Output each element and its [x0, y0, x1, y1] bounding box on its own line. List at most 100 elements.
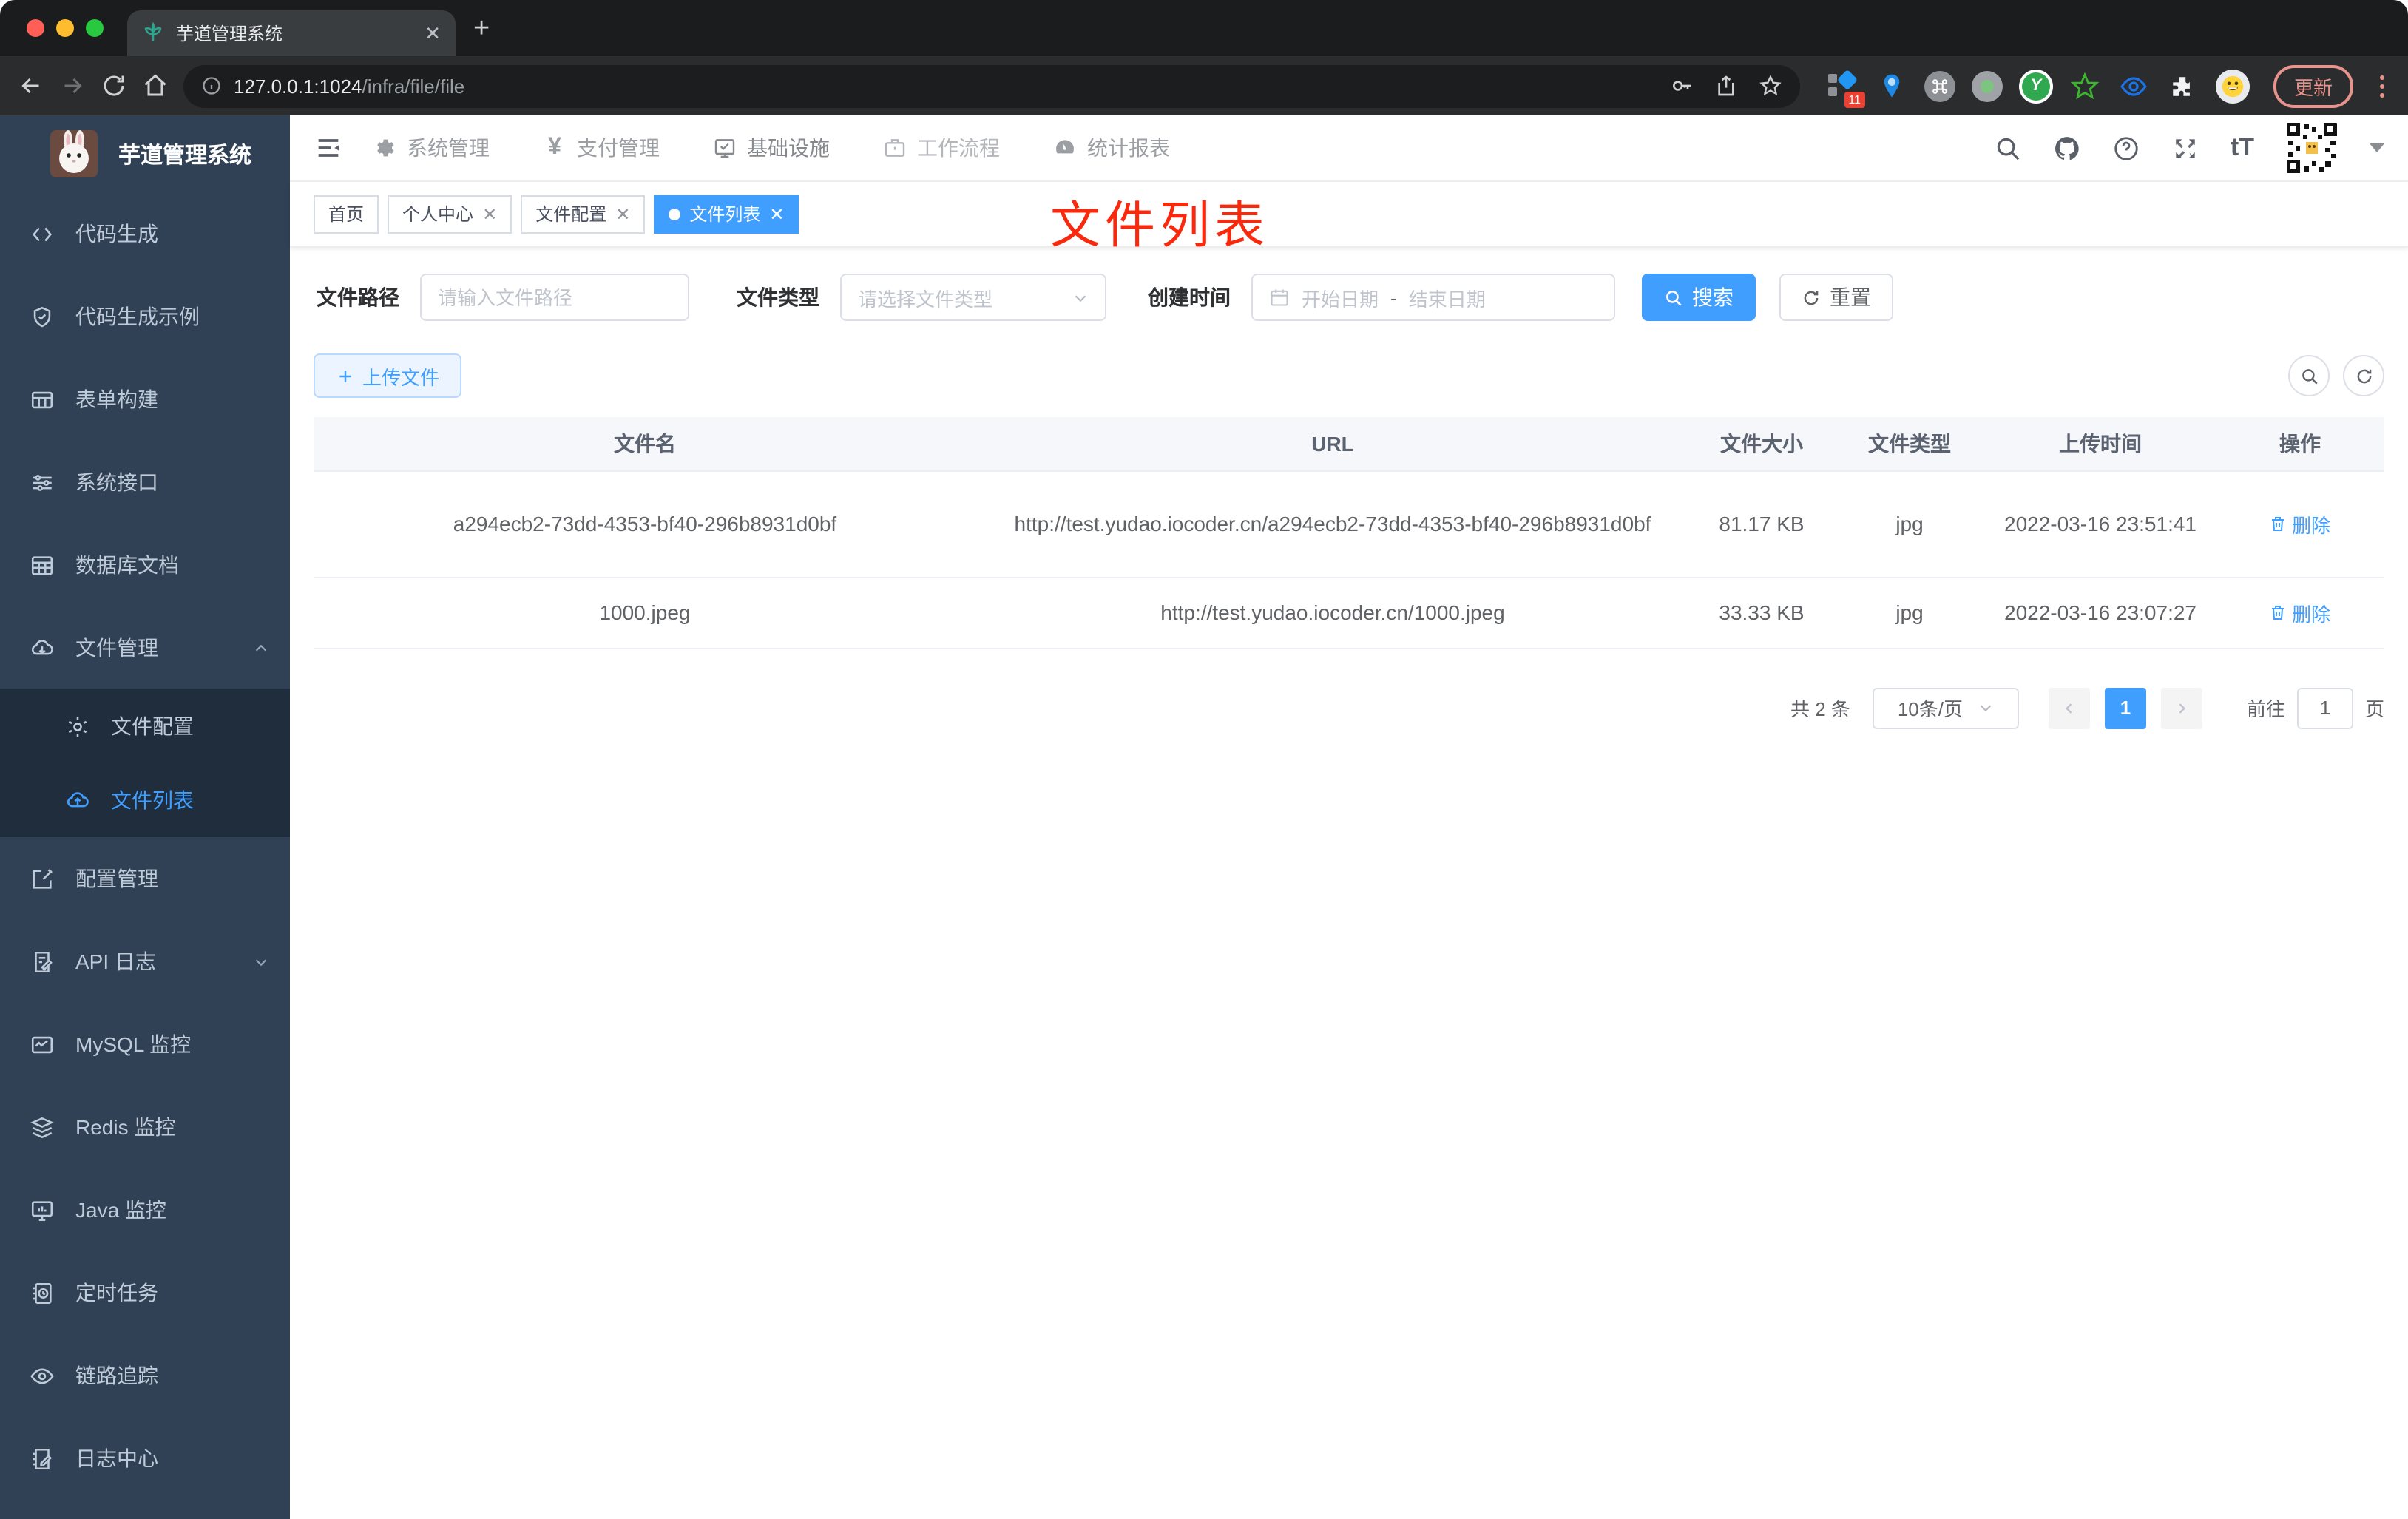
extension-puzzle-icon[interactable]: [2167, 70, 2199, 102]
sidebar-item-form-builder[interactable]: 表单构建: [0, 358, 290, 441]
goto-label: 前往: [2246, 698, 2285, 720]
sidebar-item-log-center[interactable]: 日志中心: [0, 1417, 290, 1500]
cell-type: jpg: [1834, 470, 1985, 578]
tag-file-config[interactable]: 文件配置 ✕: [521, 194, 646, 233]
tag-close-icon[interactable]: ✕: [615, 203, 630, 224]
delete-link[interactable]: 删除: [2270, 598, 2330, 626]
forward-icon[interactable]: [59, 72, 86, 99]
url-bar[interactable]: 127.0.0.1:1024/infra/file/file: [183, 64, 1800, 107]
sidebar-item-system-api[interactable]: 系统接口: [0, 441, 290, 524]
start-date-placeholder[interactable]: 开始日期: [1302, 283, 1379, 311]
browser-update-button[interactable]: 更新: [2273, 64, 2353, 107]
fullscreen-icon[interactable]: [2171, 134, 2199, 162]
search-button[interactable]: 搜索: [1642, 274, 1756, 321]
new-tab-button[interactable]: +: [473, 13, 490, 46]
end-date-placeholder[interactable]: 结束日期: [1409, 283, 1486, 311]
current-page-button[interactable]: 1: [2104, 687, 2146, 728]
bookmark-star-icon[interactable]: [1759, 74, 1782, 98]
zoom-window-button[interactable]: [86, 19, 104, 37]
collapse-sidebar-icon[interactable]: [314, 133, 343, 163]
nav-payment-management[interactable]: ¥ 支付管理: [543, 133, 660, 163]
text-size-icon[interactable]: tT: [2231, 133, 2254, 163]
sidebar-item-redis-monitor[interactable]: Redis 监控: [0, 1086, 290, 1168]
sidebar-item-db-doc[interactable]: 数据库文档: [0, 524, 290, 606]
toggle-search-button[interactable]: [2288, 355, 2330, 396]
extension-emoji-icon[interactable]: [2215, 69, 2250, 103]
extension-pin-icon[interactable]: [1876, 70, 1908, 102]
file-path-input[interactable]: [438, 286, 672, 308]
avatar-qr[interactable]: [2285, 121, 2338, 175]
nav-statistics[interactable]: 统计报表: [1053, 133, 1170, 163]
next-page-button[interactable]: [2160, 687, 2202, 728]
extension-eye-icon[interactable]: [2118, 70, 2151, 102]
log-edit-icon: [33, 1447, 53, 1469]
back-icon[interactable]: [18, 72, 44, 99]
browser-menu-icon[interactable]: [2380, 75, 2384, 97]
page-size-select[interactable]: 10条/页: [1872, 687, 2019, 728]
col-upload-time: 上传时间: [1985, 417, 2216, 471]
sidebar-item-scheduled-tasks[interactable]: 定时任务: [0, 1251, 290, 1334]
extension-y-icon[interactable]: Y: [2018, 69, 2053, 103]
sidebar-logo[interactable]: 芋道管理系统: [0, 115, 290, 192]
sidebar-item-mysql-monitor[interactable]: MySQL 监控: [0, 1003, 290, 1086]
app: 芋道管理系统 代码生成 代码生成示例 表单构建 系统接口 数据库文档 文件管理 …: [0, 115, 2408, 1519]
extension-green-dot-icon[interactable]: [1971, 70, 2003, 101]
password-key-icon[interactable]: [1670, 74, 1694, 98]
file-management-submenu: 文件配置 文件列表: [0, 689, 290, 837]
delete-link[interactable]: 删除: [2270, 510, 2330, 538]
tag-close-icon[interactable]: ✕: [769, 203, 784, 224]
window-controls[interactable]: [27, 19, 104, 37]
nav-workflow[interactable]: 工作流程: [883, 133, 1000, 163]
delete-label: 删除: [2291, 514, 2330, 536]
avatar-caret-icon[interactable]: [2370, 143, 2384, 152]
sidebar-item-api-log[interactable]: API 日志: [0, 920, 290, 1003]
refresh-icon: [1804, 290, 1819, 305]
sidebar-item-config-management[interactable]: 配置管理: [0, 837, 290, 920]
sidebar-item-tracing[interactable]: 链路追踪: [0, 1334, 290, 1417]
sidebar-item-file-management[interactable]: 文件管理: [0, 606, 290, 689]
file-type-select[interactable]: 请选择文件类型: [840, 274, 1106, 321]
pagination: 共 2 条 10条/页 1 前往 页: [314, 687, 2384, 728]
reload-icon[interactable]: [101, 72, 127, 99]
extension-command-icon[interactable]: [1924, 70, 1955, 101]
url-text[interactable]: 127.0.0.1:1024/infra/file/file: [234, 75, 464, 97]
monitor-icon: [31, 1200, 53, 1221]
sidebar-item-file-config[interactable]: 文件配置: [0, 689, 290, 763]
sidebar-item-java-monitor[interactable]: Java 监控: [0, 1168, 290, 1251]
main: 系统管理 ¥ 支付管理 基础设施 工作流程 统计报表 tT 首页 个人中心 ✕ …: [290, 115, 2408, 1519]
sidebar-item-file-list[interactable]: 文件列表: [0, 763, 290, 837]
minimize-window-button[interactable]: [56, 19, 74, 37]
monitor-check-icon: [714, 139, 735, 158]
refresh-icon: [2356, 368, 2371, 383]
yen-icon: ¥: [548, 135, 561, 160]
close-window-button[interactable]: [27, 19, 44, 37]
reset-button[interactable]: 重置: [1779, 274, 1893, 321]
refresh-table-button[interactable]: [2343, 355, 2384, 396]
nav-system-management[interactable]: 系统管理: [373, 133, 490, 163]
tab-close-icon[interactable]: ✕: [425, 21, 441, 45]
browser-tab[interactable]: 芋道管理系统 ✕: [127, 10, 456, 56]
page-size-value: 10条/页: [1897, 698, 1963, 720]
tag-home[interactable]: 首页: [314, 194, 379, 233]
help-icon[interactable]: [2112, 134, 2140, 162]
site-info-icon[interactable]: [201, 75, 222, 96]
tag-profile[interactable]: 个人中心 ✕: [388, 194, 513, 233]
prev-page-button[interactable]: [2048, 687, 2090, 728]
date-range-picker[interactable]: 开始日期 - 结束日期: [1251, 274, 1615, 321]
upload-file-button[interactable]: 上传文件: [314, 353, 462, 398]
col-filename: 文件名: [314, 417, 976, 471]
table-row: 1000.jpeg http://test.yudao.iocoder.cn/1…: [314, 577, 2384, 649]
sidebar-item-code-demo[interactable]: 代码生成示例: [0, 275, 290, 358]
github-icon[interactable]: [2053, 134, 2081, 162]
extension-star-icon[interactable]: [2069, 70, 2102, 102]
share-icon[interactable]: [1714, 74, 1738, 98]
extension-badge-icon[interactable]: 11: [1827, 69, 1865, 108]
sidebar-item-code-gen[interactable]: 代码生成: [0, 192, 290, 275]
file-type-placeholder: 请选择文件类型: [858, 288, 993, 310]
tag-close-icon[interactable]: ✕: [482, 203, 497, 224]
nav-infrastructure[interactable]: 基础设施: [713, 133, 830, 163]
goto-page-input[interactable]: [2296, 687, 2353, 728]
tag-file-list[interactable]: 文件列表 ✕: [654, 194, 799, 233]
search-icon[interactable]: [1994, 134, 2022, 162]
home-icon[interactable]: [142, 72, 169, 99]
